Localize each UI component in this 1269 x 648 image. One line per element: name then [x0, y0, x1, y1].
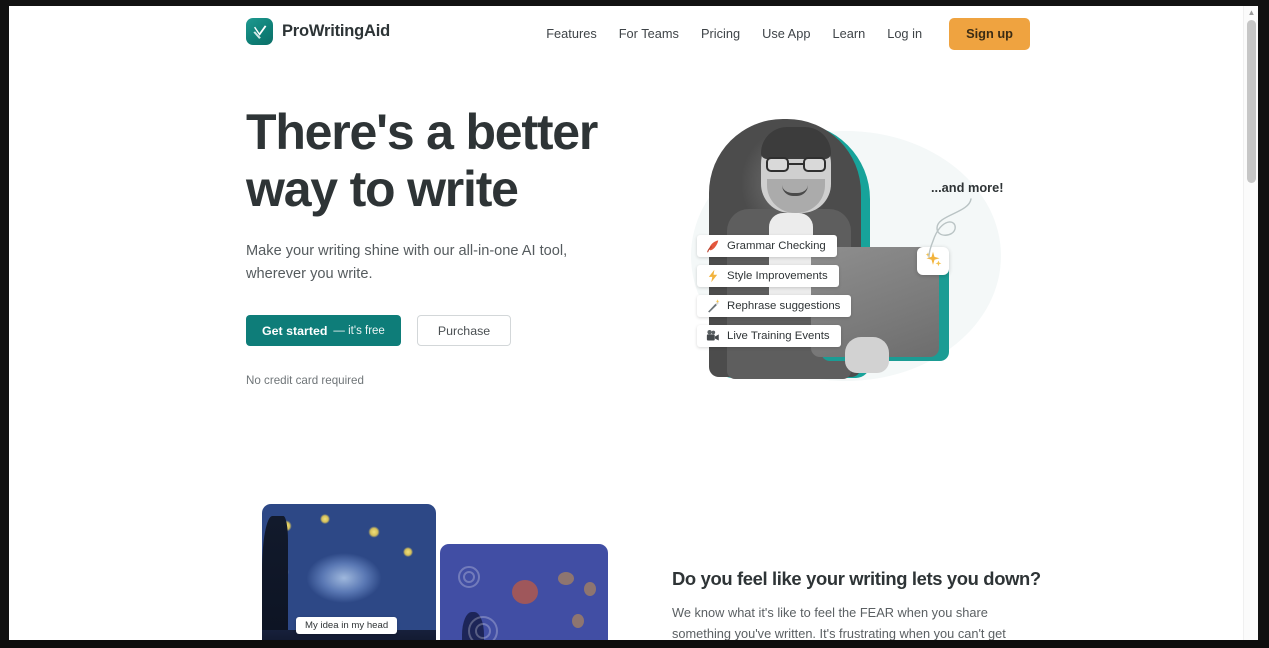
feature-pill-style-improvements: Style Improvements — [697, 265, 839, 287]
browser-window-frame: ProWritingAid Features For Teams Pricing… — [0, 0, 1269, 648]
nav-link-use-app[interactable]: Use App — [751, 18, 821, 50]
comparison-illustration: My idea in my head — [254, 504, 608, 640]
hero-cta-group: Get started — it's free Purchase — [246, 315, 646, 346]
webpage-content: ProWritingAid Features For Teams Pricing… — [9, 6, 1243, 640]
magic-wand-icon — [706, 299, 720, 313]
feature-pill-grammar-checking: Grammar Checking — [697, 235, 837, 257]
smudge-1 — [558, 572, 574, 585]
spiral-doodle-2 — [463, 571, 475, 583]
annotation-curve-line — [928, 198, 972, 258]
section2-body-text: We know what it's like to feel the FEAR … — [672, 605, 1006, 640]
hero-title-line-1: There's a better — [246, 104, 598, 160]
nav-link-for-teams[interactable]: For Teams — [608, 18, 690, 50]
feature-pill-live-training-events: Live Training Events — [697, 325, 841, 347]
sign-up-button[interactable]: Sign up — [949, 18, 1030, 50]
hero-title-line-2: way to write — [246, 161, 519, 217]
spiral-doodle-4 — [475, 623, 491, 639]
window-right-edge — [1258, 0, 1269, 648]
section2-text-column: Do you feel like your writing lets you d… — [672, 568, 1041, 640]
feature-pill-list: Grammar Checking Style Improvements Reph… — [697, 235, 852, 347]
lightning-bolt-icon — [706, 269, 720, 283]
get-started-note: — it's free — [333, 324, 385, 337]
person-hair — [761, 127, 831, 159]
feature-pill-label: Grammar Checking — [727, 240, 826, 252]
scrollbar-up-arrow-icon[interactable]: ▲ — [1247, 8, 1256, 17]
section2-heading: Do you feel like your writing lets you d… — [672, 568, 1041, 589]
eyeglasses-icon — [766, 157, 826, 172]
primary-navigation: Features For Teams Pricing Use App Learn… — [535, 18, 1030, 50]
purchase-button[interactable]: Purchase — [416, 315, 512, 346]
quill-pen-icon — [706, 239, 720, 253]
glasses-bridge — [789, 163, 803, 165]
page-title: There's a better way to write — [246, 104, 646, 218]
hero-illustration: ...and more! Grammar Checking Style Impr… — [669, 101, 1029, 401]
person-hand — [845, 337, 889, 373]
glasses-right-lens — [803, 157, 826, 172]
no-credit-card-note: No credit card required — [246, 374, 364, 387]
site-header: ProWritingAid Features For Teams Pricing… — [9, 6, 1243, 62]
glasses-left-lens — [766, 157, 789, 172]
get-started-label: Get started — [262, 323, 328, 338]
nav-link-log-in[interactable]: Log in — [876, 18, 933, 50]
paint-blot-shape — [512, 580, 538, 604]
nav-link-features[interactable]: Features — [535, 18, 608, 50]
get-started-button[interactable]: Get started — it's free — [246, 315, 401, 346]
image-caption-idea-in-my-head: My idea in my head — [296, 617, 398, 634]
feature-pill-label: Rephrase suggestions — [727, 300, 841, 312]
nav-link-pricing[interactable]: Pricing — [690, 18, 751, 50]
smudge-2 — [584, 582, 596, 596]
plain-blue-drawing-panel — [440, 544, 608, 640]
feature-pill-rephrase-suggestions: Rephrase suggestions — [697, 295, 852, 317]
nav-link-learn[interactable]: Learn — [821, 18, 876, 50]
smudge-3 — [572, 614, 584, 628]
and-more-annotation: ...and more! — [931, 180, 1004, 195]
cypress-tree-shape — [262, 516, 288, 640]
brand-logo-link[interactable]: ProWritingAid — [246, 18, 390, 45]
vertical-scrollbar[interactable]: ▲ — [1243, 6, 1258, 640]
window-left-edge — [0, 0, 9, 648]
scrollbar-thumb[interactable] — [1247, 20, 1256, 183]
feature-pill-label: Style Improvements — [727, 270, 828, 282]
window-bottom-edge — [0, 640, 1269, 648]
video-camera-icon — [706, 329, 720, 343]
prowritingaid-logo-icon — [246, 18, 273, 45]
hero-subtitle: Make your writing shine with our all-in-… — [246, 243, 568, 282]
brand-name-text: ProWritingAid — [282, 22, 391, 40]
hero-text-column: There's a better way to write Make your … — [246, 104, 646, 387]
browser-viewport: ProWritingAid Features For Teams Pricing… — [9, 6, 1258, 640]
feature-pill-label: Live Training Events — [727, 330, 830, 342]
